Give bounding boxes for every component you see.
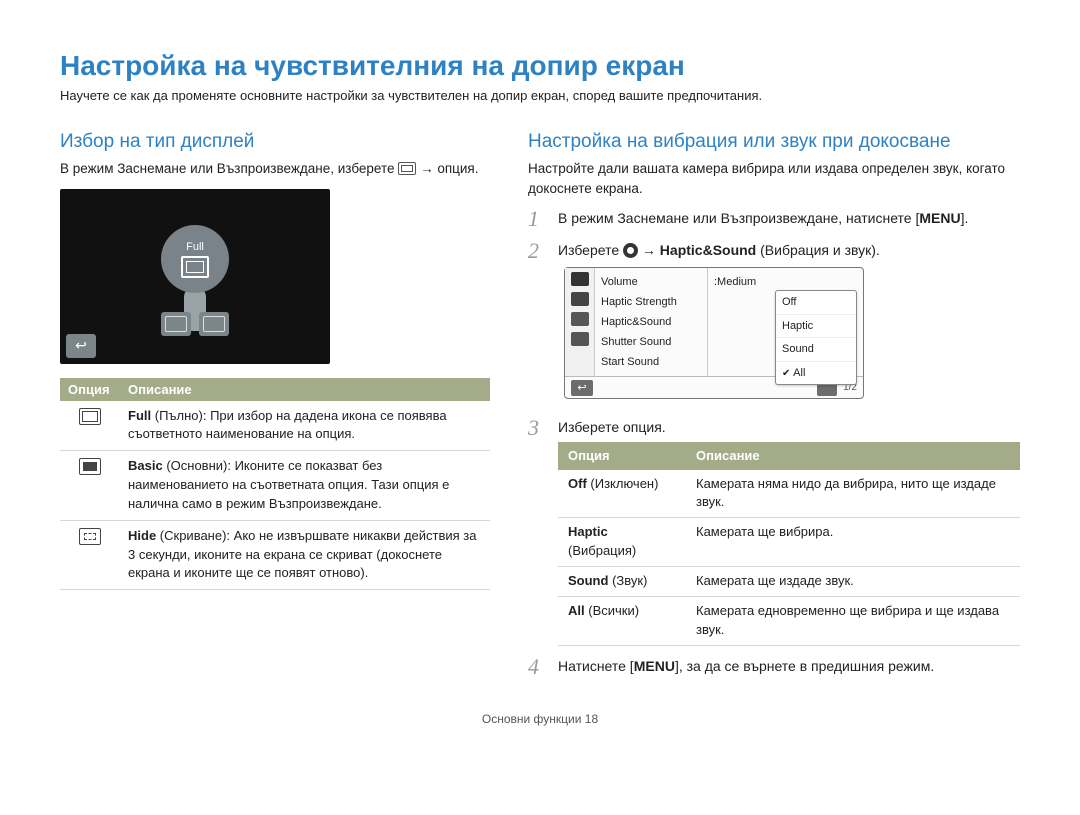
back-button[interactable]: ↩ (66, 334, 96, 358)
haptic-options-table: Опция Описание Off (Изключен) Камерата н… (558, 442, 1020, 645)
menu-row-haptic-sound[interactable]: Haptic&Sound (601, 312, 701, 332)
row-full-desc: Full (Пълно): При избор на дадена икона … (120, 401, 490, 451)
row-full-name: Full (128, 408, 151, 423)
r-all-name: All (568, 603, 585, 618)
s2-a: Изберете (558, 242, 623, 258)
step-2-num: 2 (528, 240, 548, 407)
r-haptic-local: (Вибрация) (568, 543, 636, 558)
s4-a: Натиснете [ (558, 658, 634, 674)
row-full-local: (Пълно) (155, 408, 203, 423)
thumb-option-2[interactable] (199, 312, 229, 336)
sound-tab-icon[interactable] (571, 292, 589, 306)
steps-list: 1 В режим Заснемане или Възпроизвеждане,… (528, 208, 1020, 677)
left-heading: Избор на тип дисплей (60, 131, 490, 153)
s2-c: (Вибрация и звук). (756, 242, 880, 258)
r-sound-desc: Камерата ще издаде звук. (686, 567, 1020, 597)
r-sound-local: (Звук) (612, 573, 647, 588)
manual-page: Настройка на чувствителния на допир екра… (0, 0, 1080, 726)
r-off-desc: Камерата няма нидо да вибрира, нито ще и… (686, 470, 1020, 518)
row-basic-name: Basic (128, 458, 163, 473)
tab-icon-4[interactable] (571, 332, 589, 346)
row-basic-local: (Основни) (166, 458, 227, 473)
menu-row-start-sound[interactable]: Start Sound (601, 352, 701, 372)
row-hide-desc: Hide (Скриване): Ако не извършвате никак… (120, 520, 490, 590)
page-subtitle: Научете се как да променяте основните на… (60, 88, 1020, 103)
r-off: Off (Изключен) (558, 470, 686, 518)
r-sound-name: Sound (568, 573, 608, 588)
row-hide-name: Hide (128, 528, 156, 543)
camera-screenshot: Full ↩ (60, 189, 330, 364)
th2-option: Опция (558, 442, 686, 470)
r-haptic-name: Haptic (568, 524, 608, 539)
popup-haptic[interactable]: Haptic (776, 315, 856, 339)
r-haptic: Haptic (Вибрация) (558, 518, 686, 567)
s1-a: В режим Заснемане или Възпроизвеждане, н… (558, 210, 919, 226)
menu-values: :Medium (707, 268, 777, 376)
step-3-num: 3 (528, 417, 548, 645)
left-intro: В режим Заснемане или Възпроизвеждане, и… (60, 159, 490, 179)
step-2-body: Изберете → Haptic&Sound (Вибрация и звук… (558, 240, 1020, 407)
s1-menu: MENU (919, 210, 960, 226)
menu-back-button[interactable]: ↩ (571, 380, 593, 396)
gear-icon (623, 243, 638, 258)
s4-b: ], за да се върнете в предишния режим. (675, 658, 934, 674)
step-1-num: 1 (528, 208, 548, 230)
full-badge: Full (161, 225, 229, 293)
th2-desc: Описание (686, 442, 1020, 470)
r-haptic-desc: Камерата ще вибрира. (686, 518, 1020, 567)
step-1-body: В режим Заснемане или Възпроизвеждане, н… (558, 208, 1020, 230)
camera-tab-icon[interactable] (571, 272, 589, 286)
popup-all[interactable]: All (776, 362, 856, 385)
thumb-option-1[interactable] (161, 312, 191, 336)
th-desc: Описание (120, 378, 490, 401)
r-all-local: (Всички) (588, 603, 639, 618)
row-basic-desc: Basic (Основни): Иконите се показват без… (120, 451, 490, 521)
left-intro-pre: В режим Заснемане или Възпроизвеждане, и… (60, 161, 398, 176)
r-sound: Sound (Звук) (558, 567, 686, 597)
page-title: Настройка на чувствителния на допир екра… (60, 50, 1020, 82)
r-off-local: (Изключен) (590, 476, 658, 491)
full-icon (79, 408, 101, 425)
s2-haptic: Haptic&Sound (660, 242, 756, 258)
menu-screenshot: Volume Haptic Strength Haptic&Sound Shut… (564, 267, 864, 399)
step-3-body: Изберете опция. Опция Описание Off (Изкл… (558, 417, 1020, 645)
step-4-body: Натиснете [MENU], за да се върнете в пре… (558, 656, 1020, 678)
s4-menu: MENU (634, 658, 675, 674)
s3-text: Изберете опция. (558, 419, 666, 435)
menu-iconcol (565, 268, 595, 376)
haptic-sound-popup: Off Haptic Sound All (775, 290, 857, 385)
menu-row-haptic-strength[interactable]: Haptic Strength (601, 292, 701, 312)
row-hide-icon (60, 520, 120, 590)
right-intro: Настройте дали вашата камера вибрира или… (528, 159, 1020, 198)
popup-off[interactable]: Off (776, 291, 856, 315)
menu-row-volume[interactable]: Volume (601, 272, 701, 292)
right-column: Настройка на вибрация или звук при докос… (528, 131, 1020, 688)
s1-b: ]. (961, 210, 969, 226)
page-footer: Основни функции 18 (60, 712, 1020, 726)
r-off-name: Off (568, 476, 587, 491)
r-all-desc: Камерата едновременно ще вибрира и ще из… (686, 596, 1020, 645)
right-heading: Настройка на вибрация или звук при докос… (528, 131, 1020, 153)
display-options-table: Опция Описание Full (Пълно): При избор н… (60, 378, 490, 591)
left-column: Избор на тип дисплей В режим Заснемане и… (60, 131, 490, 688)
menu-value-volume: :Medium (714, 272, 777, 292)
tab-icon-3[interactable] (571, 312, 589, 326)
th-option: Опция (60, 378, 120, 401)
row-full-icon (60, 401, 120, 451)
display-type-thumbs (161, 312, 229, 336)
full-badge-label: Full (186, 241, 204, 253)
s2-b: → (638, 242, 660, 258)
r-all: All (Всички) (558, 596, 686, 645)
menu-labels: Volume Haptic Strength Haptic&Sound Shut… (595, 268, 707, 376)
row-hide-local: (Скриване) (160, 528, 227, 543)
left-intro-post: → опция. (420, 161, 478, 176)
popup-sound[interactable]: Sound (776, 338, 856, 362)
row-basic-icon (60, 451, 120, 521)
full-badge-icon (181, 256, 209, 278)
step-4-num: 4 (528, 656, 548, 678)
display-icon (398, 162, 416, 175)
basic-icon (79, 458, 101, 475)
menu-row-shutter-sound[interactable]: Shutter Sound (601, 332, 701, 352)
hide-icon (79, 528, 101, 545)
